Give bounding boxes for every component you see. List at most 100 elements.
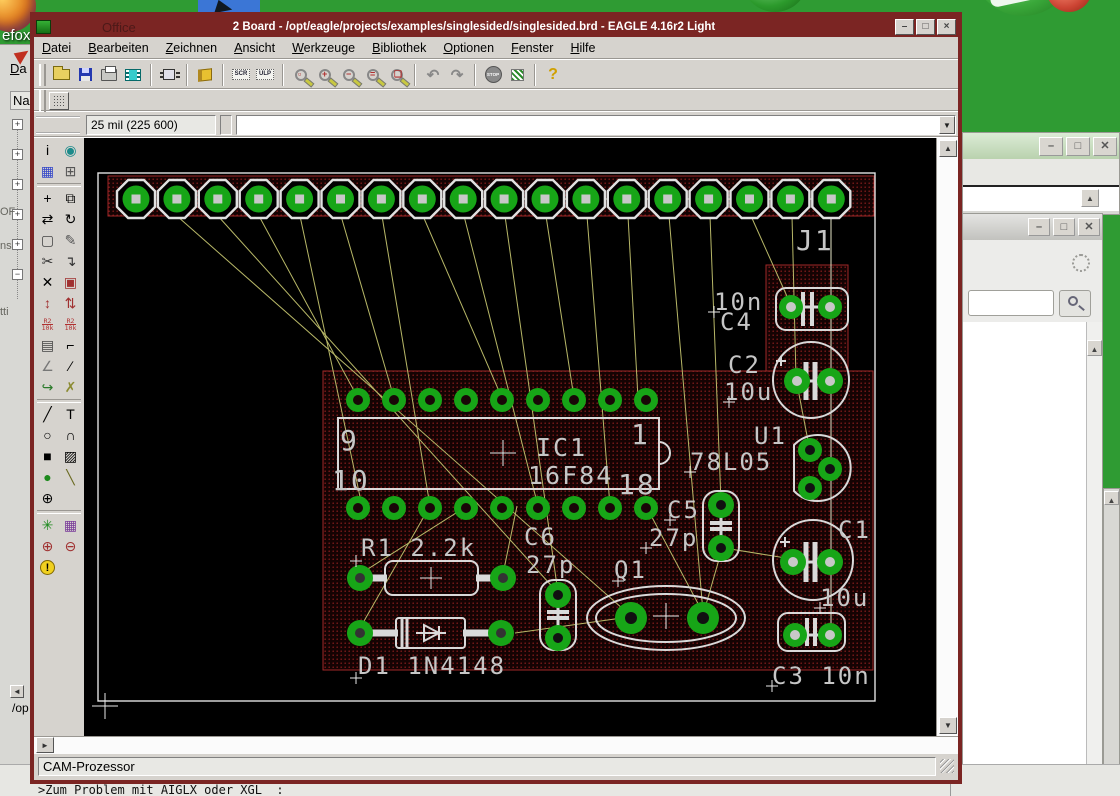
save-button[interactable] [73,63,97,87]
maximize-button[interactable]: □ [1066,137,1090,156]
tool-smash[interactable]: ▤ [37,335,58,355]
tree-expand-box[interactable]: + [12,119,23,130]
zoom-select-button[interactable]: = [361,63,385,87]
tool-miter[interactable]: ⌐ [60,335,81,355]
tool-group[interactable]: ▢ [37,230,58,250]
tool-arc[interactable]: ∩ [60,425,81,445]
red-orb-icon[interactable] [1046,0,1092,12]
maximize-button[interactable]: □ [916,18,935,35]
background-window-a-titlebar[interactable]: – □ ✕ [963,133,1119,159]
search-input[interactable] [968,290,1054,316]
command-dropdown-button[interactable]: ▼ [939,115,955,134]
mini-scroll-left-button[interactable]: ◄ [10,685,24,698]
command-input[interactable]: ▼ [236,114,956,135]
tool-route[interactable]: ↪ [37,377,58,397]
tool-rect[interactable]: ■ [37,446,58,466]
tool-circle[interactable]: ○ [37,425,58,445]
tool-replace[interactable]: ▣ [60,272,81,292]
menu-bibliothek[interactable]: Bibliothek [372,41,426,55]
tool-rotate[interactable]: ↻ [60,209,81,229]
tool-ripup[interactable]: ✗ [60,377,81,397]
titlebar[interactable]: Office 2 Board - /opt/eagle/projects/exa… [34,16,958,37]
scroll-up-button[interactable]: ▲ [1087,340,1102,356]
tool-paste[interactable]: ↴ [60,251,81,271]
vertical-scrollbar[interactable]: ▲ ▼ [936,138,958,736]
tree-expand-box[interactable]: − [12,269,23,280]
zoom-fit-button[interactable]: ▫ [289,63,313,87]
horizontal-scrollbar[interactable]: ◄ ► [34,736,958,754]
menu-optionen[interactable]: Optionen [443,41,494,55]
library-button[interactable] [193,63,217,87]
tool-wire[interactable]: ╱ [37,404,58,424]
background-window-b-scrollbar[interactable]: ▲ [1086,322,1102,767]
tool-optimize[interactable]: ∕ [60,356,81,376]
parameter-drag-handle[interactable] [36,115,80,134]
tool-delete[interactable]: ✕ [37,272,58,292]
board-canvas[interactable]: J1 9 10 1 18 IC1 16F84 R1 2.2k D1 1N4148 C6 27p Q1 C… [84,138,936,736]
close-button[interactable]: ✕ [1093,137,1117,156]
tool-hole[interactable]: ⊕ [37,488,58,508]
menu-fenster[interactable]: Fenster [511,41,553,55]
tool-mark[interactable]: ⊞ [60,161,81,181]
tool-errors[interactable]: ⊖ [60,536,81,556]
tool-copy[interactable]: ⧉ [60,188,81,208]
tool-show[interactable]: ◉ [60,140,81,160]
help-button[interactable]: ? [541,63,565,87]
menu-zeichnen[interactable]: Zeichnen [166,41,217,55]
menu-datei[interactable]: Datei [42,41,71,55]
close-button[interactable]: × [937,18,956,35]
tree-expand-box[interactable]: + [12,239,23,250]
menu-ansicht[interactable]: Ansicht [234,41,275,55]
menu-werkzeuge[interactable]: Werkzeuge [292,41,355,55]
tool-change[interactable]: ✎ [60,230,81,250]
redo-button[interactable]: ↷ [445,63,469,87]
run-ulp-button[interactable]: ULP [253,63,277,87]
undo-button[interactable]: ↶ [421,63,445,87]
open-button[interactable] [49,63,73,87]
scroll-up-button[interactable]: ▲ [1081,189,1099,207]
desktop-orb-icon[interactable] [742,0,808,12]
minimize-button[interactable]: – [1028,218,1050,236]
tool-split[interactable]: ∠ [37,356,58,376]
search-button[interactable] [1059,290,1091,317]
scroll-right-button[interactable]: ► [36,737,54,753]
tool-display[interactable]: ▦ [37,161,58,181]
resize-grip[interactable] [940,759,954,773]
menu-hilfe[interactable]: Hilfe [570,41,595,55]
eagle-app-icon[interactable] [36,19,51,34]
tool-pinswap[interactable]: ↕ [37,293,58,313]
tool-polygon[interactable]: ▨ [60,446,81,466]
background-window-b-titlebar[interactable]: – □ ✕ [963,214,1102,240]
tool-info[interactable]: i [37,140,58,160]
tool-ratsnest[interactable]: ✳ [37,515,58,535]
go-button[interactable] [505,63,529,87]
zoom-out-button[interactable]: − [337,63,361,87]
zoom-in-button[interactable]: + [313,63,337,87]
print-button[interactable] [97,63,121,87]
tree-expand-box[interactable]: + [12,179,23,190]
tool-mirror[interactable]: ⇄ [37,209,58,229]
tool-auto[interactable]: ▦ [60,515,81,535]
tool-drc[interactable]: ⊕ [37,536,58,556]
tool-cut[interactable]: ✂ [37,251,58,271]
tool-name[interactable]: R2 10k [37,314,58,334]
grid-button[interactable] [49,91,69,110]
menu-bearbeiten[interactable]: Bearbeiten [88,41,148,55]
tree-expand-box[interactable]: + [12,149,23,160]
toolbar-drag-handle[interactable] [39,63,46,86]
tool-via[interactable]: ● [37,467,58,487]
zoom-redraw-button[interactable]: ❑ [385,63,409,87]
maximize-button[interactable]: □ [1053,218,1075,236]
background-menu-fragment[interactable]: Da [10,61,27,76]
tool-gateswap[interactable]: ⇅ [60,293,81,313]
close-button[interactable]: ✕ [1078,218,1100,236]
stop-button[interactable]: STOP [481,63,505,87]
scroll-down-button[interactable]: ▼ [939,717,957,734]
tool-signal[interactable]: ╲ [60,467,81,487]
tool-value[interactable]: R2 10k [60,314,81,334]
tool-text[interactable]: T [60,404,81,424]
minimize-button[interactable]: – [1039,137,1063,156]
cam-processor-button[interactable] [121,63,145,87]
toolbar-drag-handle[interactable] [39,89,46,112]
scroll-button[interactable]: ▲ [1104,491,1119,505]
